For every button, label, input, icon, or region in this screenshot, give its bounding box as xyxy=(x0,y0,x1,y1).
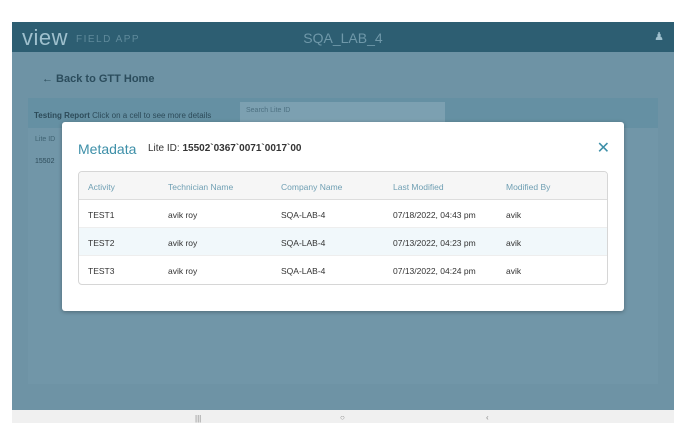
cell: SQA-LAB-4 xyxy=(281,238,326,248)
cell: 07/18/2022, 04:43 pm xyxy=(393,210,476,220)
recent-apps-button[interactable]: ||| xyxy=(195,414,201,423)
cell: avik xyxy=(506,238,522,248)
user-icon[interactable]: ♟ xyxy=(654,30,664,43)
back-link[interactable]: ← Back to GTT Home xyxy=(42,73,154,85)
cell: avik roy xyxy=(168,266,198,276)
cell: SQA-LAB-4 xyxy=(281,210,326,220)
cell: avik roy xyxy=(168,210,198,220)
metadata-table: Activity Technician Name Company Name La… xyxy=(78,171,608,285)
table-row: TEST2 avik roy SQA-LAB-4 07/13/2022, 04:… xyxy=(79,228,607,256)
cell: avik roy xyxy=(168,238,198,248)
column-header: Company Name xyxy=(281,182,343,192)
lite-id-value: 15502`0367`0071`0017`00 xyxy=(182,143,302,154)
report-hint: Click on a cell to see more details xyxy=(92,111,212,120)
cell: avik xyxy=(506,210,522,220)
back-button[interactable]: ‹ xyxy=(486,413,489,422)
app-title: SQA_LAB_4 xyxy=(303,30,383,46)
cell: TEST2 xyxy=(88,238,115,248)
column-header: Technician Name xyxy=(168,182,234,192)
system-nav-bar: ||| ○ ‹ xyxy=(12,410,674,423)
home-button[interactable]: ○ xyxy=(340,413,345,422)
table-row: TEST1 avik roy SQA-LAB-4 07/18/2022, 04:… xyxy=(79,200,607,228)
modal-title: Metadata xyxy=(78,141,137,157)
cell: 07/13/2022, 04:23 pm xyxy=(393,238,476,248)
cell: SQA-LAB-4 xyxy=(281,266,326,276)
lite-id-header: Lite ID xyxy=(35,136,56,143)
report-title: Testing Report xyxy=(34,111,90,120)
cell: avik xyxy=(506,266,522,276)
table-header: Activity Technician Name Company Name La… xyxy=(79,172,607,200)
cell: TEST3 xyxy=(88,266,115,276)
cell: TEST1 xyxy=(88,210,115,220)
lite-id-cell[interactable]: 15502 xyxy=(35,158,54,165)
lite-id: Lite ID: 15502`0367`0071`0017`00 xyxy=(148,143,302,154)
cell: 07/13/2022, 04:24 pm xyxy=(393,266,476,276)
close-icon[interactable]: ✕ xyxy=(597,138,610,158)
metadata-modal: Metadata Lite ID: 15502`0367`0071`0017`0… xyxy=(62,122,624,311)
column-header: Last Modified xyxy=(393,182,444,192)
table-row: TEST3 avik roy SQA-LAB-4 07/13/2022, 04:… xyxy=(79,256,607,284)
column-header: Modified By xyxy=(506,182,551,192)
column-header: Activity xyxy=(88,182,115,192)
app-bar: view FIELD APP SQA_LAB_4 ♟ xyxy=(12,22,674,52)
